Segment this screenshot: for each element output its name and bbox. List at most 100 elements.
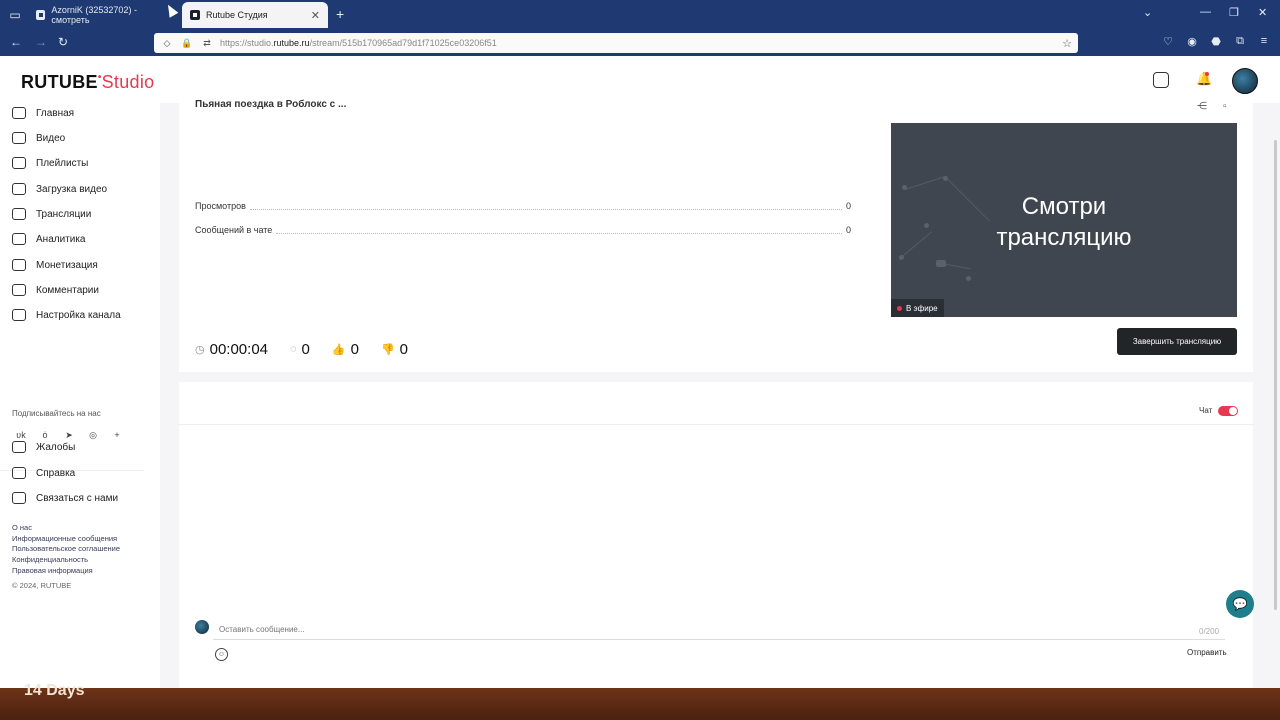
back-icon[interactable]: ← <box>10 35 22 49</box>
follow-us-title: Подписывайтесь на нас <box>12 409 101 418</box>
permissions-icon[interactable]: ⇄ <box>200 38 214 49</box>
sidebar-item-label: Монетизация <box>36 259 98 271</box>
share-icon[interactable]: ⋲ <box>1197 101 1209 113</box>
emoji-icon[interactable]: ☺ <box>215 648 228 661</box>
playlist-icon <box>12 157 26 169</box>
footer-link-info[interactable]: Информационные сообщения <box>12 534 117 543</box>
extension-icon[interactable]: ◉ <box>1184 35 1200 51</box>
notification-dot <box>1205 72 1209 76</box>
page-scrollbar[interactable] <box>1274 140 1277 610</box>
rutube-studio-logo[interactable]: RUTUBE•Studio <box>21 72 154 93</box>
new-tab-icon[interactable]: + <box>336 6 344 22</box>
minimize-icon[interactable]: — <box>1200 6 1211 18</box>
restore-icon[interactable]: ❐ <box>1229 6 1239 19</box>
stream-title: Пьяная поездка в Роблокс с ... <box>195 99 347 110</box>
tab-list-icon[interactable]: ▭ <box>6 6 24 24</box>
likes-count: 👍 0 <box>331 340 359 358</box>
reload-icon[interactable]: ↻ <box>58 35 68 49</box>
thumbs-down-icon: 👎 <box>380 343 395 356</box>
sidebar-item-comments[interactable]: Комментарии <box>12 280 99 300</box>
rutube-favicon <box>36 10 46 20</box>
plus-icon[interactable]: + <box>110 428 124 442</box>
close-tab-icon[interactable]: ✕ <box>311 9 320 22</box>
chat-toggle-label: Чат <box>1199 406 1213 415</box>
question-icon <box>12 467 26 479</box>
chat-toggle[interactable] <box>1218 406 1238 416</box>
close-window-icon[interactable]: ✕ <box>1258 6 1267 19</box>
stream-preview[interactable]: Смотри трансляцию В эфире <box>891 123 1237 317</box>
home-icon <box>12 107 26 119</box>
flag-icon <box>12 441 26 453</box>
upload-video-icon <box>12 183 26 195</box>
browser-tab-azornik[interactable]: AzorniK (32532702) - смотреть <box>28 2 178 28</box>
upload-icon[interactable] <box>1153 72 1169 88</box>
stream-metrics: ◷ 00:00:04 ◌ 0 👍 0 👎 0 <box>195 339 430 359</box>
live-badge: В эфире <box>891 299 944 317</box>
sidebar-item-contact[interactable]: Связаться с нами <box>12 488 118 508</box>
sidebar-item-upload-video[interactable]: Загрузка видео <box>12 179 107 199</box>
support-chat-button[interactable]: 💬 <box>1226 590 1254 618</box>
sidebar-item-help[interactable]: Справка <box>12 463 75 483</box>
viewers-icon: ◌ <box>290 343 297 355</box>
send-message-button[interactable]: Отправить <box>1187 648 1227 657</box>
tab-title: Rutube Студия <box>206 10 268 20</box>
background-text: 14 Days <box>24 682 85 699</box>
thumbs-up-icon: 👍 <box>331 343 346 356</box>
studio-page: RUTUBE•Studio 🔔 Главная Видео Плейлисты … <box>0 56 1280 688</box>
live-dot-icon <box>897 305 902 311</box>
sidebar: Главная Видео Плейлисты Загрузка видео Т… <box>0 103 160 688</box>
stat-chat-messages: Сообщений в чате 0 <box>195 225 851 235</box>
tab-title: AzorniK (32532702) - смотреть <box>51 5 137 25</box>
sidebar-item-playlists[interactable]: Плейлисты <box>12 153 88 173</box>
adblock-icon[interactable]: ⬣ <box>1208 35 1224 51</box>
lock-icon[interactable]: 🔒 <box>180 38 194 49</box>
chevron-down-icon[interactable]: ⌄ <box>1143 6 1152 19</box>
preview-text: Смотри трансляцию <box>996 193 1132 251</box>
footer-link-agreement[interactable]: Пользовательское соглашение <box>12 544 120 553</box>
sidebar-item-label: Комментарии <box>36 284 99 296</box>
end-stream-button[interactable]: Завершить трансляцию <box>1117 328 1237 355</box>
chat-message-input[interactable] <box>213 620 1225 640</box>
more-icon[interactable]: ▫ <box>1223 101 1235 113</box>
sidebar-item-channel-settings[interactable]: Настройка канала <box>12 305 121 325</box>
chat-user-avatar <box>195 620 209 634</box>
sidebar-item-label: Аналитика <box>36 233 86 245</box>
rutube-favicon <box>190 10 200 20</box>
sidebar-item-label: Плейлисты <box>36 157 89 169</box>
clock-icon: ◷ <box>195 343 205 356</box>
sidebar-item-label: Видео <box>36 132 66 144</box>
coin-icon <box>12 259 26 271</box>
address-bar[interactable]: ◇ 🔒 ⇄ https://studio.rutube.ru/stream/51… <box>154 33 1078 53</box>
sidebar-item-label: Связаться с нами <box>36 492 119 504</box>
stream-card: Пьяная поездка в Роблокс с ... ⋲ ▫ Просм… <box>179 99 1253 372</box>
footer-link-about[interactable]: О нас <box>12 523 32 532</box>
sidebar-item-label: Настройка канала <box>36 309 121 321</box>
sidebar-item-label: Жалобы <box>36 441 76 453</box>
browser-tab-rutube-studio[interactable]: Rutube Студия ✕ <box>182 2 328 28</box>
user-avatar[interactable] <box>1232 68 1258 94</box>
forward-icon[interactable]: → <box>35 35 47 49</box>
footer-link-privacy[interactable]: Конфиденциальность <box>12 555 88 564</box>
comment-icon <box>12 284 26 296</box>
pocket-icon[interactable]: ♡ <box>1160 35 1176 51</box>
sidebar-item-complaints[interactable]: Жалобы <box>12 437 75 457</box>
sidebar-item-monetization[interactable]: Монетизация <box>12 255 98 275</box>
chat-divider <box>179 424 1253 425</box>
link-icon <box>12 492 26 504</box>
sidebar-item-analytics[interactable]: Аналитика <box>12 229 86 249</box>
sidebar-item-streams[interactable]: Трансляции <box>12 204 91 224</box>
extensions-puzzle-icon[interactable]: ⧉ <box>1232 35 1248 51</box>
browser-toolbar: ← → ↻ ◇ 🔒 ⇄ https://studio.rutube.ru/str… <box>0 30 1280 56</box>
viber-icon[interactable]: ◎ <box>86 428 100 442</box>
sidebar-item-video[interactable]: Видео <box>12 128 65 148</box>
menu-hamburger-icon[interactable]: ≡ <box>1256 35 1272 51</box>
broadcast-icon <box>12 208 26 220</box>
chat-char-counter: 0/200 <box>1199 627 1220 636</box>
background-video-strip: 14 Days <box>0 682 1280 720</box>
sidebar-item-label: Справка <box>36 467 76 479</box>
bookmark-star-icon[interactable]: ☆ <box>1062 37 1072 50</box>
shield-icon[interactable]: ◇ <box>160 38 174 49</box>
sidebar-item-home[interactable]: Главная <box>12 103 74 123</box>
stat-views: Просмотров 0 <box>195 201 851 211</box>
footer-link-legal[interactable]: Правовая информация <box>12 566 93 575</box>
